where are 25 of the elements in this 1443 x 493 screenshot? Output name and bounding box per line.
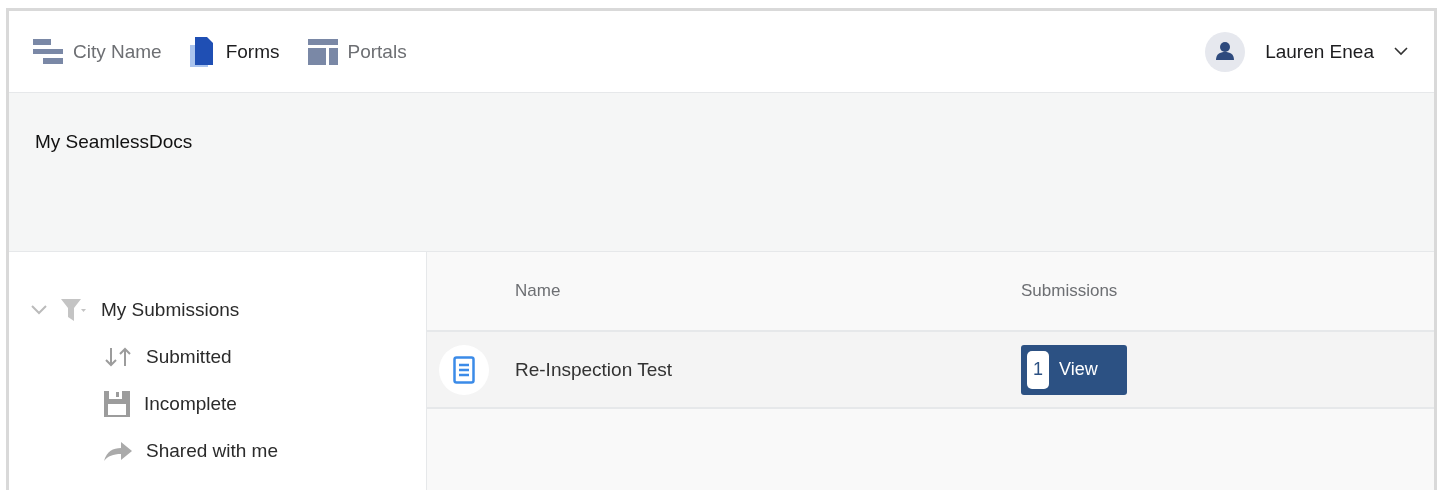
nav-link[interactable]: City Name [33,36,162,67]
sidebar-item[interactable]: Submitted [146,345,232,368]
sidebar-item[interactable]: My Submissions [101,298,240,321]
layout-icon [307,38,338,65]
stacked-bars-icon [33,36,63,67]
nav-link[interactable]: Portals [307,38,407,65]
sidebar-item[interactable]: Shared with me [146,439,278,462]
chevron-icon [1394,47,1408,56]
page-title: My SeamlessDocs [35,131,194,153]
save-icon [104,390,130,417]
table-cell-text: Re-Inspection Test [515,358,673,381]
column-header: Submissions [1021,281,1119,301]
user-menu[interactable]: Lauren Enea [1205,31,1408,72]
filter-icon [61,298,87,321]
column-header: Name [515,281,562,301]
sort-arrows-icon [104,345,132,368]
view-button[interactable]: 1 View [1021,344,1127,395]
document-icon [189,36,216,67]
avatar-icon [1205,31,1246,72]
document-icon [439,344,489,395]
count-badge: 1 [1027,350,1049,389]
share-arrow-icon [104,440,132,461]
nav-link[interactable]: Forms [189,36,280,67]
sidebar-item[interactable]: Incomplete [144,392,237,415]
chevron-icon[interactable] [31,304,47,315]
